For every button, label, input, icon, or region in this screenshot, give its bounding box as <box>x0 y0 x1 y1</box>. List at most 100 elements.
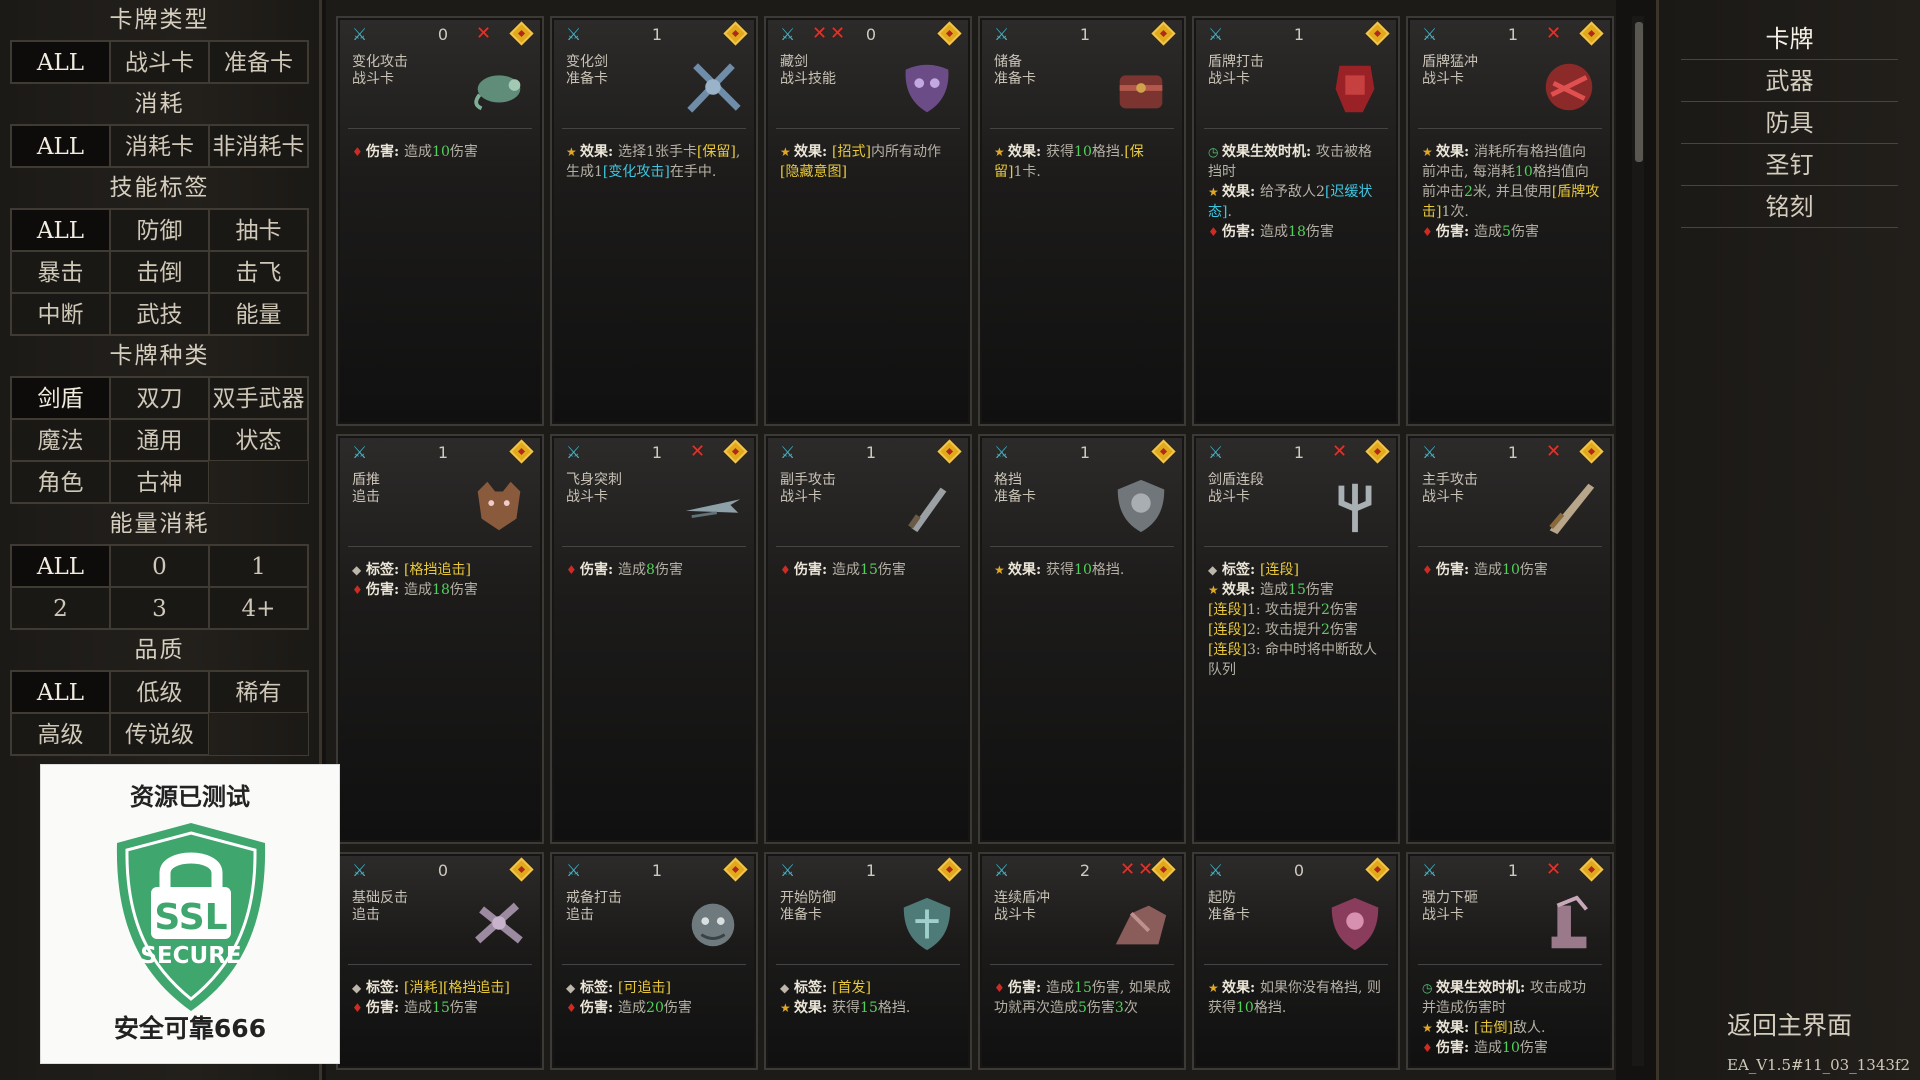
filter-option[interactable]: 2 <box>11 587 110 629</box>
filter-option[interactable]: ALL <box>11 671 110 713</box>
filter-option[interactable]: 3 <box>110 587 209 629</box>
filter-option[interactable]: 非消耗卡 <box>209 125 308 167</box>
filter-option[interactable]: 击飞 <box>209 251 308 293</box>
card-title: 盾牌打击 战斗卡 <box>1208 54 1264 88</box>
card[interactable]: ⚔ 1 盾推 追击 ◆ 标签: [格挡追击] ♦ 伤害: 造成18伤害 <box>336 434 544 844</box>
dagger-icon <box>908 487 947 533</box>
effect-key: 伤害: <box>1436 562 1475 578</box>
card-divider <box>562 546 746 547</box>
value-number: 10 <box>1514 164 1533 180</box>
filter-option[interactable]: 防御 <box>110 209 209 251</box>
card-cost: 1 <box>651 443 663 462</box>
timing-clock-icon: ◷ <box>1422 981 1433 995</box>
card[interactable]: ⚔ ✕ 1 主手攻击 战斗卡 ♦ 伤害: 造成10伤害 <box>1406 434 1614 844</box>
card-cost: 1 <box>437 443 449 462</box>
filter-title-consume: 消耗 <box>134 91 185 117</box>
filter-option[interactable]: ALL <box>11 41 110 83</box>
menu-item[interactable]: 圣钉 <box>1681 144 1898 186</box>
filter-option[interactable]: 高级 <box>11 713 110 755</box>
card[interactable]: ⚔ 1 储备 准备卡 ★ 效果: 获得10格挡.[保留]1卡. <box>978 16 1186 426</box>
filter-option[interactable]: 0 <box>110 545 209 587</box>
filter-option[interactable]: 传说级 <box>110 713 209 755</box>
card[interactable]: ⚔ 1 盾牌打击 战斗卡 ◷ 效果生效时机: 攻击被格挡时 ★ 效果: 给予敌人2[迟缓状态]… <box>1192 16 1400 426</box>
card[interactable]: ⚔ ✕ ✕ 0 藏剑 战斗技能 ★ 效果: [招式]内所有动作 [隐藏意图] <box>764 16 972 426</box>
card[interactable]: ⚔ ✕ ✕ 2 连续盾冲 战斗卡 ♦ 伤害: 造成15伤害, 如果成功就再次造成5伤害3次 <box>978 852 1186 1070</box>
keyword-tag: [连段] <box>1208 642 1247 658</box>
effect-text: 伤害 <box>1329 622 1358 638</box>
card-effect-line: ★ 效果: 消耗所有格挡值向前冲击, 每消耗10格挡值向前冲击2米, 并且使用[盾… <box>1422 142 1600 222</box>
filter-option[interactable]: 古神 <box>110 461 209 503</box>
filter-title-card-type: 卡牌类型 <box>109 7 210 33</box>
filter-option[interactable]: 通用 <box>110 419 209 461</box>
timing-clock-icon: ◷ <box>1208 145 1219 159</box>
menu-item[interactable]: 武器 <box>1681 60 1898 102</box>
card-cost: 0 <box>437 25 449 44</box>
card-header: ⚔ ✕ 1 <box>1416 21 1604 50</box>
filter-option[interactable]: 武技 <box>110 293 209 335</box>
card[interactable]: ⚔ 0 起防 准备卡 ★ 效果: 如果你没有格挡, 则获得10格挡. <box>1192 852 1400 1070</box>
filter-option[interactable]: 稀有 <box>209 671 308 713</box>
card[interactable]: ⚔ 0 基础反击 追击 ◆ 标签: [消耗][格挡追击] ♦ 伤害: 造成15伤害 <box>336 852 544 1070</box>
sword-shield-type-icon: ⚔ <box>994 25 1010 45</box>
filter-option[interactable]: 1 <box>209 545 308 587</box>
card-effect-line: ◆ 标签: [首发] <box>780 978 958 998</box>
filter-option[interactable]: 击倒 <box>110 251 209 293</box>
menu-item[interactable]: 铭刻 <box>1681 186 1898 228</box>
filter-option[interactable]: 能量 <box>209 293 308 335</box>
card-description: ♦ 伤害: 造成10伤害 <box>352 142 530 162</box>
scrollbar-thumb[interactable] <box>1635 22 1643 162</box>
effect-text: 伤害 <box>449 582 478 598</box>
effect-star-icon: ★ <box>566 145 577 159</box>
keyword-tag: [消耗][格挡追击] <box>404 980 510 996</box>
card-header: ⚔ 1 <box>560 21 748 50</box>
value-number: 15 <box>860 1000 878 1016</box>
filter-option[interactable]: 双手武器 <box>209 377 308 419</box>
filter-option[interactable]: 剑盾 <box>11 377 110 419</box>
value-number: 15 <box>860 562 878 578</box>
card-effect-line: ◆ 标签: [格挡追击] <box>352 560 530 580</box>
menu-item[interactable]: 卡牌 <box>1681 18 1898 60</box>
filter-option[interactable]: 消耗卡 <box>110 125 209 167</box>
card-title: 连续盾冲 战斗卡 <box>994 890 1050 924</box>
card-title: 剑盾连段 战斗卡 <box>1208 472 1264 506</box>
card-cost: 1 <box>1507 861 1519 880</box>
menu-item[interactable]: 防具 <box>1681 102 1898 144</box>
card[interactable]: ⚔ 1 副手攻击 战斗卡 ♦ 伤害: 造成15伤害 <box>764 434 972 844</box>
card[interactable]: ⚔ 1 开始防御 准备卡 ◆ 标签: [首发] ★ 效果: 获得15格挡. <box>764 852 972 1070</box>
card[interactable]: ⚔ 1 格挡 准备卡 ★ 效果: 获得10格挡. <box>978 434 1186 844</box>
filter-option[interactable]: ALL <box>11 209 110 251</box>
return-main-menu-button[interactable]: 返回主界面 <box>1659 1006 1920 1042</box>
filter-option[interactable]: 状态 <box>209 419 308 461</box>
card[interactable]: ⚔ 1 戒备打击 追击 ◆ 标签: [可追击] ♦ 伤害: 造成20伤害 <box>550 852 758 1070</box>
filter-option[interactable]: ALL <box>11 545 110 587</box>
filter-option[interactable]: 魔法 <box>11 419 110 461</box>
filter-option[interactable]: 4+ <box>209 587 308 629</box>
filter-option[interactable]: 战斗卡 <box>110 41 209 83</box>
card[interactable]: ⚔ ✕ 1 剑盾连段 战斗卡 ◆ 标签: [连段] ★ 效果: 造成15伤害 [连段]1: 攻击提… <box>1192 434 1400 844</box>
chameleon-icon <box>474 75 521 111</box>
filter-option[interactable]: 中断 <box>11 293 110 335</box>
card[interactable]: ⚔ ✕ 1 盾牌猛冲 战斗卡 ★ 效果: 消耗所有格挡值向前冲击, 每消耗10格挡值向前冲击… <box>1406 16 1614 426</box>
filter-option[interactable]: 准备卡 <box>209 41 308 83</box>
filter-option[interactable]: 角色 <box>11 461 110 503</box>
filter-option[interactable]: 低级 <box>110 671 209 713</box>
card-cost: 0 <box>1293 861 1305 880</box>
card[interactable]: ⚔ ✕ 1 强力下砸 战斗卡 ◷ 效果生效时机: 攻击成功并造成伤害时 ★ 效果: [击倒]敌人… <box>1406 852 1614 1070</box>
filter-option[interactable]: 抽卡 <box>209 209 308 251</box>
card-collection-area: ⚔ ✕ 0 变化攻击 战斗卡 ♦ 伤害: 造成10伤害 ⚔ 1 变化剑 准备卡 ★ 效果: 选择1张手卡… <box>326 0 1616 1080</box>
filter-option[interactable]: ALL <box>11 125 110 167</box>
filter-option[interactable]: 双刀 <box>110 377 209 419</box>
filter-option[interactable]: 暴击 <box>11 251 110 293</box>
effect-key: 效果: <box>1222 582 1261 598</box>
rarity-diamond-icon <box>937 21 962 46</box>
card-name: 连续盾冲 <box>994 890 1050 906</box>
card[interactable]: ⚔ ✕ 1 飞身突刺 战斗卡 ♦ 伤害: 造成8伤害 <box>550 434 758 844</box>
excluded-x-icon: ✕ <box>830 23 846 44</box>
card[interactable]: ⚔ 1 变化剑 准备卡 ★ 效果: 选择1张手卡[保留], 生成1[变化攻击]在手中. <box>550 16 758 426</box>
card[interactable]: ⚔ ✕ 0 变化攻击 战斗卡 ♦ 伤害: 造成10伤害 <box>336 16 544 426</box>
sword-shield-type-icon: ⚔ <box>1422 25 1438 45</box>
card-title: 戒备打击 追击 <box>566 890 622 924</box>
rush-icon <box>1115 905 1167 945</box>
scrollbar-track[interactable] <box>1632 16 1644 1066</box>
card-description: ★ 效果: 获得10格挡. <box>994 560 1172 580</box>
